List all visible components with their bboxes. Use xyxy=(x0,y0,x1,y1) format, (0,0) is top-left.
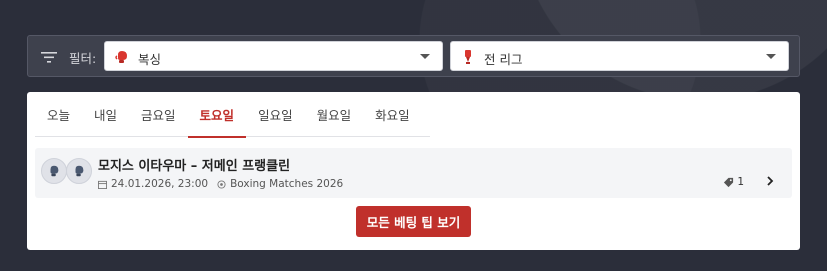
tab-today[interactable]: 오늘 xyxy=(35,92,82,137)
trophy-icon xyxy=(465,50,471,64)
match-competition: Boxing Matches 2026 xyxy=(230,178,344,190)
tab-saturday[interactable]: 토요일 xyxy=(187,92,247,138)
sport-select[interactable]: 복싱 xyxy=(104,41,443,71)
tab-monday[interactable]: 월요일 xyxy=(305,92,364,137)
sport-select-value: 복싱 xyxy=(138,52,162,67)
tab-label: 토요일 xyxy=(199,108,235,123)
filter-bar: 필터: 복싱 전 리그 xyxy=(27,35,800,77)
tab-friday[interactable]: 금요일 xyxy=(129,92,188,137)
tip-count-badge: 1 xyxy=(719,174,748,190)
boxing-glove-icon xyxy=(75,165,84,177)
tab-label: 오늘 xyxy=(47,108,71,123)
matches-panel: 오늘 내일 금요일 토요일 일요일 월요일 화요일 모지스 이타우마 – 저메인… xyxy=(27,92,800,250)
league-select[interactable]: 전 리그 xyxy=(450,41,789,71)
chevron-right-icon[interactable] xyxy=(766,176,774,186)
tab-label: 화요일 xyxy=(375,108,410,123)
match-datetime: 24.01.2026, 23:00 xyxy=(111,178,209,190)
tab-tuesday[interactable]: 화요일 xyxy=(363,92,422,137)
calendar-icon xyxy=(98,180,107,189)
tab-tomorrow[interactable]: 내일 xyxy=(82,92,129,137)
competition-icon xyxy=(217,179,226,189)
tip-count: 1 xyxy=(737,176,744,188)
boxing-glove-icon xyxy=(115,51,127,63)
tab-label: 일요일 xyxy=(258,108,293,123)
fighter-avatar-home xyxy=(41,158,67,184)
boxing-glove-icon xyxy=(50,165,59,177)
day-tabs: 오늘 내일 금요일 토요일 일요일 월요일 화요일 xyxy=(35,92,430,138)
filter-icon[interactable] xyxy=(40,48,58,66)
fighter-avatar-away xyxy=(66,158,92,184)
match-row[interactable]: 모지스 이타우마 – 저메인 프랭클린 24.01.2026, 23:00 Bo… xyxy=(35,148,792,198)
match-meta: 24.01.2026, 23:00 Boxing Matches 2026 xyxy=(98,178,343,190)
league-select-value: 전 리그 xyxy=(484,52,523,67)
tag-icon xyxy=(724,177,734,187)
chevron-down-icon xyxy=(766,54,776,59)
tab-label: 내일 xyxy=(94,108,118,123)
tab-label: 월요일 xyxy=(316,108,352,123)
chevron-down-icon xyxy=(420,54,430,59)
tab-sunday[interactable]: 일요일 xyxy=(246,92,305,137)
view-all-tips-button[interactable]: 모든 베팅 팁 보기 xyxy=(356,206,471,237)
filter-label: 필터: xyxy=(69,51,97,66)
tab-label: 금요일 xyxy=(141,108,176,123)
match-title[interactable]: 모지스 이타우마 – 저메인 프랭클린 xyxy=(98,155,290,174)
